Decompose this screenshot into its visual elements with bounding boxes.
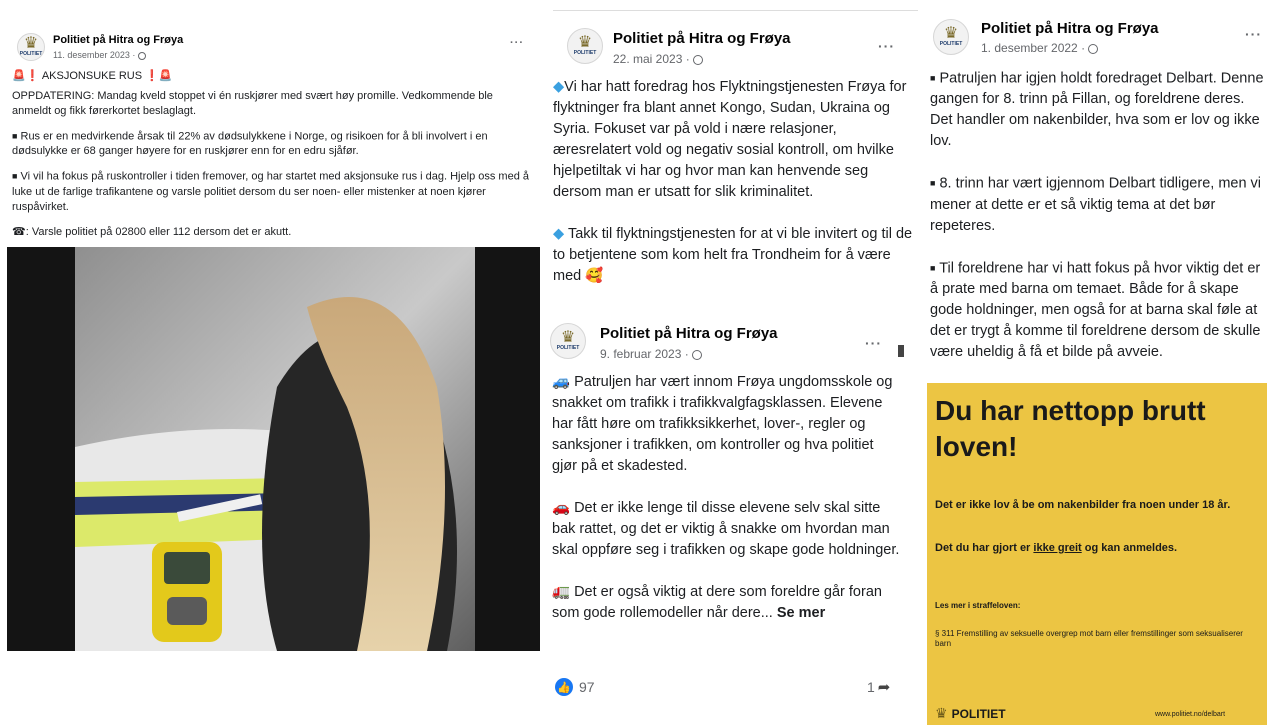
- page-name[interactable]: Politiet på Hitra og Frøya: [53, 34, 183, 46]
- post-date[interactable]: 1. desember 2022 ·: [981, 41, 1099, 55]
- bullet-icon: ■: [930, 178, 936, 189]
- diamond-icon: ◆: [553, 226, 565, 242]
- poster-headline: Du har nettopp brutt loven!: [935, 395, 1206, 462]
- post-paragraph: ◆ Takk til flyktningstjenesten for at vi…: [553, 226, 913, 284]
- see-more-link[interactable]: Se mer: [777, 605, 825, 621]
- more-options-button[interactable]: ···: [865, 335, 882, 351]
- page-avatar[interactable]: ♛ POLITIET: [567, 28, 603, 64]
- post-paragraph: ■ Patruljen har igjen holdt foredraget D…: [930, 70, 1264, 150]
- page-avatar[interactable]: ♛ POLITIET: [550, 323, 586, 359]
- more-options-button[interactable]: ···: [510, 37, 524, 49]
- post-paragraph: 🚙 Patruljen har vært innom Frøya ungdoms…: [552, 374, 893, 474]
- scrollbar-thumb[interactable]: [898, 345, 904, 357]
- avatar-label: POLITIET: [556, 345, 580, 351]
- post-paragraph: ◆Vi har hatt foredrag hos Flyktningstjen…: [553, 79, 907, 200]
- globe-icon: [692, 349, 703, 360]
- post-paragraph: ■ Vi vil ha fokus på ruskontroller i tid…: [12, 170, 529, 213]
- poster-text: Det du har gjort er ikke greit og kan an…: [935, 542, 1178, 554]
- poster-url: www.politiet.no/delbart: [1155, 711, 1226, 718]
- politiet-logo: ♛ POLITIET: [935, 705, 1006, 721]
- more-options-button[interactable]: ···: [878, 38, 895, 54]
- post-body: ■ Patruljen har igjen holdt foredraget D…: [930, 68, 1270, 384]
- post-body: ◆Vi har hatt foredrag hos Flyktningstjen…: [553, 77, 913, 308]
- page-name[interactable]: Politiet på Hitra og Frøya: [613, 30, 791, 47]
- post-date[interactable]: 9. februar 2023 ·: [600, 347, 703, 361]
- bullet-icon: ■: [12, 171, 18, 182]
- post-paragraph: 🚛 Det er også viktig at dere som foreldr…: [552, 584, 882, 621]
- phone-icon: ☎: [12, 225, 26, 238]
- shares-count[interactable]: 1 ➦: [867, 678, 890, 696]
- globe-icon: [693, 54, 704, 65]
- police-crest-icon: ♛: [577, 34, 593, 51]
- thumbs-up-icon: 👍: [555, 678, 573, 696]
- police-crest-icon: ♛: [560, 329, 576, 346]
- post-photo[interactable]: [7, 247, 540, 651]
- avatar-label: POLITIET: [939, 41, 963, 47]
- post-paragraph: ☎: Varsle politiet på 02800 eller 112 de…: [12, 225, 292, 238]
- bullet-icon: ■: [930, 262, 936, 273]
- avatar-label: POLITIET: [573, 50, 597, 56]
- more-options-button[interactable]: ···: [1245, 26, 1262, 42]
- delbart-poster[interactable]: Du har nettopp brutt loven! Det er ikke …: [927, 383, 1267, 725]
- post-paragraph: OPPDATERING: Mandag kveld stoppet vi én …: [12, 90, 493, 117]
- share-arrow-icon: ➦: [877, 679, 891, 696]
- police-crest-icon: ♛: [23, 35, 39, 52]
- avatar-label: POLITIET: [19, 51, 43, 57]
- police-crest-icon: ♛: [935, 705, 948, 721]
- post-flyktningstjenesten: ♛ POLITIET Politiet på Hitra og Frøya 22…: [545, 10, 920, 720]
- diamond-icon: ◆: [553, 79, 565, 95]
- page-avatar[interactable]: ♛ POLITIET: [933, 19, 969, 55]
- post-paragraph: ■ 8. trinn har vært igjennom Delbart tid…: [930, 175, 1262, 234]
- likes-count: 97: [579, 679, 595, 695]
- post-paragraph: ■ Rus er en medvirkende årsak til 22% av…: [12, 130, 488, 158]
- page-name[interactable]: Politiet på Hitra og Frøya: [600, 325, 778, 342]
- reactions-count[interactable]: 👍 97: [555, 678, 595, 696]
- globe-icon: [1088, 43, 1099, 54]
- post-date[interactable]: 11. desember 2023 ·: [53, 50, 146, 60]
- police-crest-icon: ♛: [943, 25, 959, 42]
- post-date[interactable]: 22. mai 2023 ·: [613, 52, 704, 66]
- poster-law-text: § 311 Fremstilling av seksuelle overgrep…: [935, 629, 1243, 648]
- shares-number: 1: [867, 679, 875, 695]
- divider: [553, 10, 918, 11]
- poster-law-heading: Les mer i straffeloven:: [935, 601, 1021, 610]
- post-title: 🚨❗ AKSJONSUKE RUS ❗🚨: [12, 70, 173, 82]
- post-paragraph: ■ Til foreldrene har vi hatt fokus på hv…: [930, 259, 1261, 360]
- post-body: 🚙 Patruljen har vært innom Frøya ungdoms…: [552, 372, 900, 645]
- page-name[interactable]: Politiet på Hitra og Frøya: [981, 20, 1159, 37]
- post-body: 🚨❗ AKSJONSUKE RUS ❗🚨 OPPDATERING: Mandag…: [12, 69, 532, 250]
- breathalyzer-photo: [7, 247, 540, 651]
- post-paragraph: 🚗 Det er ikke lenge til disse elevene se…: [552, 500, 900, 558]
- globe-icon: [137, 51, 146, 60]
- bullet-icon: ■: [12, 131, 18, 141]
- poster-text: Det er ikke lov å be om nakenbilder fra …: [935, 499, 1231, 511]
- post-aksjonsuke-rus: ♛ POLITIET Politiet på Hitra og Frøya 11…: [0, 25, 540, 655]
- bullet-icon: ■: [930, 73, 936, 83]
- page-avatar[interactable]: ♛ POLITIET: [17, 33, 45, 61]
